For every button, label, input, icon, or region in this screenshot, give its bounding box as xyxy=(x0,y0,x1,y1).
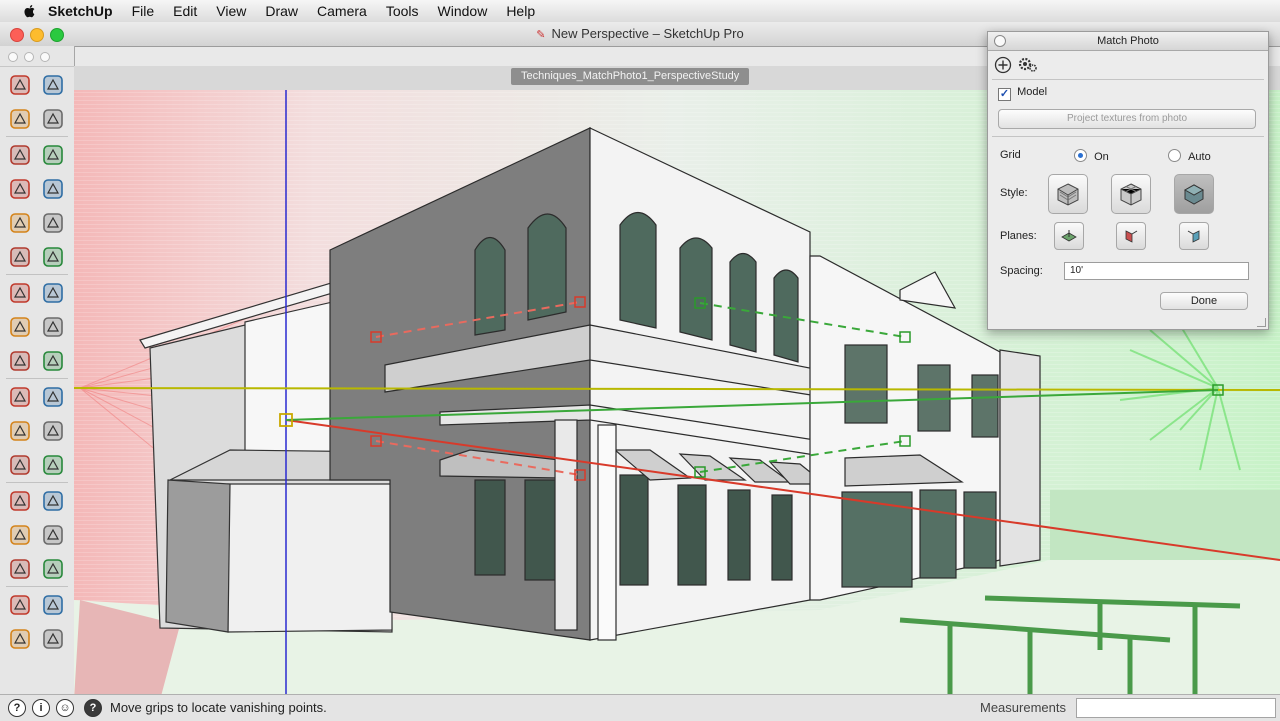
measurements-input[interactable] xyxy=(1076,698,1276,718)
tool-group-separator xyxy=(6,586,68,587)
section-plane-icon[interactable] xyxy=(38,624,68,654)
apple-icon[interactable] xyxy=(22,3,38,19)
protractor-icon[interactable] xyxy=(5,416,35,446)
model-label: Model xyxy=(1017,86,1048,98)
menu-draw[interactable]: Draw xyxy=(265,3,298,19)
dimension-icon[interactable] xyxy=(38,382,68,412)
palette-min-dot[interactable] xyxy=(24,52,34,62)
grid-auto-radio-row[interactable]: Auto xyxy=(1168,149,1211,163)
zoom-extents-icon[interactable] xyxy=(5,554,35,584)
tape-measure-icon[interactable] xyxy=(5,382,35,412)
menu-tools[interactable]: Tools xyxy=(386,3,419,19)
follow-me-icon[interactable] xyxy=(38,312,68,342)
move-icon[interactable] xyxy=(5,278,35,308)
grid-label: Grid xyxy=(1000,149,1021,161)
text-icon[interactable] xyxy=(38,416,68,446)
model-checkbox-row[interactable]: ✓ Model xyxy=(998,86,1047,101)
menu-camera[interactable]: Camera xyxy=(317,3,367,19)
grid-auto-label: Auto xyxy=(1188,151,1211,163)
tool-group-separator xyxy=(6,378,68,379)
push-pull-icon[interactable] xyxy=(38,278,68,308)
axes-icon[interactable] xyxy=(5,450,35,480)
style-above-icon[interactable] xyxy=(1111,174,1151,214)
grid-on-label: On xyxy=(1094,151,1109,163)
menu-view[interactable]: View xyxy=(216,3,246,19)
3d-text-icon[interactable] xyxy=(38,450,68,480)
instructor-icon[interactable]: ? xyxy=(84,699,102,717)
look-around-icon[interactable] xyxy=(5,624,35,654)
eraser-icon[interactable] xyxy=(38,104,68,134)
component-icon[interactable] xyxy=(38,70,68,100)
menu-app-name[interactable]: SketchUp xyxy=(48,3,113,19)
menu-window[interactable]: Window xyxy=(438,3,488,19)
match-photo-title: Match Photo xyxy=(1097,35,1159,47)
geo-location-icon[interactable]: ? xyxy=(8,699,26,717)
polygon-icon[interactable] xyxy=(5,208,35,238)
zoom-window-icon[interactable] xyxy=(38,520,68,550)
plane-red-blue-icon[interactable] xyxy=(1116,222,1146,250)
position-camera-icon[interactable] xyxy=(38,590,68,620)
credits-icon[interactable]: i xyxy=(32,699,50,717)
plane-red-green-icon[interactable] xyxy=(1054,222,1084,250)
palette-close-dot[interactable] xyxy=(8,52,18,62)
project-textures-button[interactable]: Project textures from photo xyxy=(998,109,1256,129)
style-inside-icon[interactable] xyxy=(1048,174,1088,214)
line-icon[interactable] xyxy=(38,140,68,170)
orbit-icon[interactable] xyxy=(5,486,35,516)
tool-palette xyxy=(0,46,75,694)
tool-palette-header xyxy=(0,46,74,67)
pan-icon[interactable] xyxy=(38,486,68,516)
menu-bar: SketchUp File Edit View Draw Camera Tool… xyxy=(0,0,1280,23)
menu-file[interactable]: File xyxy=(132,3,155,19)
document-modified-icon: ✎ xyxy=(536,29,546,41)
select-icon[interactable] xyxy=(5,70,35,100)
resize-grip[interactable] xyxy=(1257,318,1266,327)
style-outside-icon[interactable] xyxy=(1174,174,1214,214)
menu-edit[interactable]: Edit xyxy=(173,3,197,19)
previous-view-icon[interactable] xyxy=(38,554,68,584)
scene-tab[interactable]: Techniques_MatchPhoto1_PerspectiveStudy xyxy=(511,68,750,85)
match-photo-titlebar: Match Photo xyxy=(988,32,1268,51)
grid-on-radio-row[interactable]: On xyxy=(1074,149,1109,163)
settings-icon[interactable] xyxy=(1018,56,1038,74)
pie-icon[interactable] xyxy=(5,242,35,272)
circle-icon[interactable] xyxy=(5,174,35,204)
panel-divider xyxy=(992,79,1264,80)
tool-group-separator xyxy=(6,136,68,137)
grid-auto-radio[interactable] xyxy=(1168,149,1181,162)
palette-zoom-dot[interactable] xyxy=(40,52,50,62)
style-label: Style: xyxy=(1000,187,1028,199)
zoom-icon[interactable] xyxy=(5,520,35,550)
panel-divider-2 xyxy=(992,136,1264,137)
freehand-icon[interactable] xyxy=(38,174,68,204)
tool-group-separator xyxy=(6,274,68,275)
offset-icon[interactable] xyxy=(38,346,68,376)
paint-bucket-icon[interactable] xyxy=(5,104,35,134)
planes-label: Planes: xyxy=(1000,230,1037,242)
user-account-icon[interactable]: ☺ xyxy=(56,699,74,717)
add-photo-icon[interactable] xyxy=(994,56,1012,74)
arc-icon[interactable] xyxy=(38,208,68,238)
walk-icon[interactable] xyxy=(5,590,35,620)
spacing-input[interactable]: 10' xyxy=(1064,262,1249,280)
status-message: Move grips to locate vanishing points. xyxy=(110,700,327,715)
model-checkbox[interactable]: ✓ xyxy=(998,88,1011,101)
grid-on-radio[interactable] xyxy=(1074,149,1087,162)
rotate-icon[interactable] xyxy=(5,312,35,342)
menu-help[interactable]: Help xyxy=(506,3,535,19)
rectangle-icon[interactable] xyxy=(5,140,35,170)
match-photo-panel: Match Photo ✓ Model Project textures fro… xyxy=(987,31,1269,330)
tool-group-separator xyxy=(6,482,68,483)
panel-close-button[interactable] xyxy=(994,35,1006,47)
spacing-label: Spacing: xyxy=(1000,265,1043,277)
done-button[interactable]: Done xyxy=(1160,292,1248,310)
measurements-label: Measurements xyxy=(980,700,1066,715)
plane-green-blue-icon[interactable] xyxy=(1179,222,1209,250)
window-title-text: New Perspective – SketchUp Pro xyxy=(551,26,744,41)
scale-icon[interactable] xyxy=(5,346,35,376)
two-point-arc-icon[interactable] xyxy=(38,242,68,272)
status-bar: ? i ☺ ? Move grips to locate vanishing p… xyxy=(0,694,1280,721)
